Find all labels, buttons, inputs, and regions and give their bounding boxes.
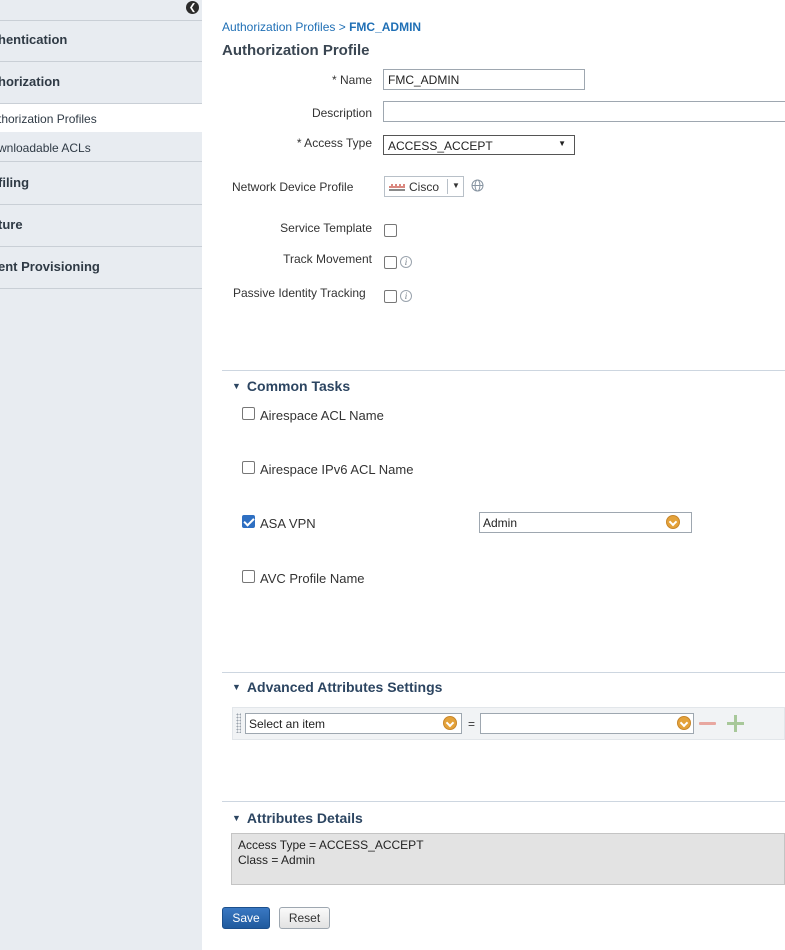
- sidebar-item-authorization[interactable]: horization: [0, 62, 202, 104]
- name-label: * Name: [331, 73, 372, 87]
- remove-row-icon[interactable]: [699, 722, 716, 725]
- chevron-down-icon[interactable]: [443, 716, 457, 730]
- save-button[interactable]: Save: [222, 907, 270, 929]
- breadcrumb-current: FMC_ADMIN: [349, 20, 422, 34]
- passive-identity-tracking-label: Passive Identity Tracking: [233, 286, 366, 300]
- chevron-down-icon[interactable]: [666, 515, 680, 529]
- triangle-down-icon[interactable]: ▼: [452, 181, 460, 190]
- passive-identity-tracking-checkbox[interactable]: [384, 290, 397, 303]
- asa-vpn-checkbox[interactable]: [242, 515, 255, 528]
- asa-vpn-label: ASA VPN: [260, 516, 316, 531]
- service-template-label: Service Template: [280, 221, 372, 235]
- sidebar-item-client-provisioning[interactable]: ent Provisioning: [0, 247, 202, 289]
- attribute-detail-line: Class = Admin: [238, 853, 316, 867]
- name-input[interactable]: [383, 69, 585, 90]
- sidebar-item-label: horization: [0, 74, 61, 89]
- attribute-value-input[interactable]: [480, 713, 694, 734]
- sidebar-item-profiling[interactable]: filing: [0, 163, 202, 205]
- breadcrumb-separator: >: [335, 20, 350, 34]
- access-type-select[interactable]: ACCESS_ACCEPT ▼: [383, 135, 575, 155]
- attributes-details-title: Attributes Details: [246, 810, 363, 826]
- sidebar-item-label: thorization Profiles: [0, 112, 97, 126]
- common-tasks-header[interactable]: ▼ Common Tasks: [232, 378, 350, 394]
- network-device-profile-value: Cisco: [409, 180, 440, 194]
- triangle-down-icon: ▼: [232, 682, 241, 692]
- asa-vpn-input[interactable]: Admin: [479, 512, 692, 533]
- reset-button[interactable]: Reset: [279, 907, 330, 929]
- track-movement-label: Track Movement: [283, 252, 372, 266]
- airespace-acl-name-checkbox[interactable]: [242, 407, 255, 420]
- asa-vpn-value: Admin: [483, 516, 518, 530]
- chevron-left-circle-icon[interactable]: ❮: [186, 1, 199, 14]
- section-divider: [222, 370, 785, 371]
- common-tasks-title: Common Tasks: [246, 378, 351, 394]
- service-template-checkbox[interactable]: [384, 224, 397, 237]
- attribute-select-value: Select an item: [249, 717, 326, 731]
- sidebar-item-label: ent Provisioning: [0, 259, 100, 274]
- airespace-ipv6-acl-name-label: Airespace IPv6 ACL Name: [260, 462, 414, 477]
- cisco-logo-icon: [389, 184, 405, 191]
- drag-handle-icon[interactable]: [236, 713, 241, 733]
- sidebar-item-label: hentication: [0, 32, 68, 47]
- access-type-label: * Access Type: [296, 136, 372, 150]
- network-device-profile-select[interactable]: Cisco ▼: [384, 176, 464, 197]
- info-icon[interactable]: i: [400, 256, 412, 268]
- info-icon[interactable]: i: [400, 290, 412, 302]
- attributes-details-box: Access Type = ACCESS_ACCEPT Class = Admi…: [231, 833, 785, 885]
- section-divider: [222, 801, 785, 802]
- airespace-ipv6-acl-name-checkbox[interactable]: [242, 461, 255, 474]
- advanced-attributes-header[interactable]: ▼ Advanced Attributes Settings: [232, 679, 442, 695]
- triangle-down-icon: ▼: [232, 813, 241, 823]
- attributes-details-header[interactable]: ▼ Attributes Details: [232, 810, 363, 826]
- avc-profile-name-checkbox[interactable]: [242, 570, 255, 583]
- breadcrumb: Authorization Profiles > FMC_ADMIN: [222, 20, 421, 34]
- select-divider: [447, 179, 448, 194]
- network-device-profile-label: Network Device Profile: [232, 180, 354, 194]
- description-input[interactable]: [383, 101, 785, 122]
- section-divider: [222, 672, 785, 673]
- sidebar-item-label: wnloadable ACLs: [0, 141, 91, 155]
- chevron-down-icon[interactable]: [677, 716, 691, 730]
- sidebar-item-posture[interactable]: ture: [0, 205, 202, 247]
- avc-profile-name-label: AVC Profile Name: [260, 571, 365, 586]
- breadcrumb-parent-link[interactable]: Authorization Profiles: [222, 20, 335, 34]
- triangle-down-icon: ▼: [232, 381, 241, 391]
- plus-icon-vertical: [734, 715, 737, 732]
- attribute-select[interactable]: Select an item: [245, 713, 462, 734]
- advanced-attributes-title: Advanced Attributes Settings: [246, 679, 443, 695]
- sidebar-item-authorization-profiles[interactable]: thorization Profiles: [0, 104, 202, 132]
- equals-sign: =: [468, 717, 476, 731]
- globe-icon[interactable]: [471, 179, 484, 192]
- track-movement-checkbox[interactable]: [384, 256, 397, 269]
- triangle-down-icon: ▼: [558, 139, 566, 148]
- attribute-detail-line: Access Type = ACCESS_ACCEPT: [238, 838, 424, 852]
- sidebar-item-label: ture: [0, 217, 23, 232]
- sidebar: ❮ hentication horization thorization Pro…: [0, 0, 202, 950]
- sidebar-item-downloadable-acls[interactable]: wnloadable ACLs: [0, 134, 202, 162]
- description-label: Description: [311, 106, 372, 120]
- airespace-acl-name-label: Airespace ACL Name: [260, 408, 384, 423]
- page-title: Authorization Profile: [222, 42, 370, 59]
- sidebar-item-label: filing: [0, 175, 30, 190]
- access-type-value: ACCESS_ACCEPT: [388, 139, 493, 153]
- sidebar-item-authentication[interactable]: hentication: [0, 20, 202, 62]
